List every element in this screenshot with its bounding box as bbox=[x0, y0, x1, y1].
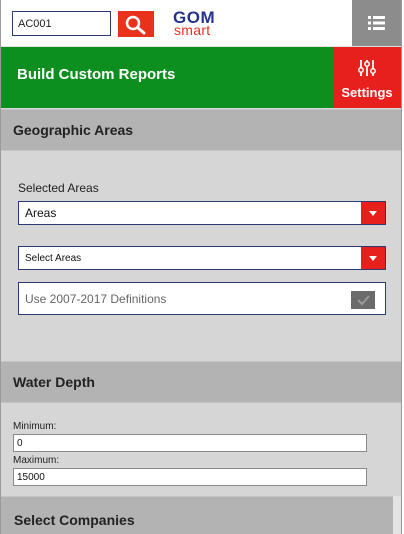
dropdown-arrow-icon bbox=[361, 247, 385, 269]
selected-areas-label: Selected Areas bbox=[18, 181, 99, 195]
maximum-input[interactable] bbox=[13, 468, 367, 486]
gomsmart-logo: GOM smart bbox=[173, 9, 223, 37]
top-header: GOM smart bbox=[1, 0, 401, 47]
search-button[interactable] bbox=[118, 11, 154, 37]
magnifier-icon bbox=[125, 15, 146, 35]
select-areas-value: Select Areas bbox=[25, 253, 82, 264]
page-title: Build Custom Reports bbox=[17, 66, 176, 83]
water-depth-header[interactable]: Water Depth bbox=[1, 361, 401, 403]
select-companies-header[interactable]: Select Companies bbox=[1, 496, 393, 534]
right-strip bbox=[393, 496, 401, 534]
maximum-label: Maximum: bbox=[13, 455, 60, 466]
hamburger-list-icon bbox=[368, 16, 385, 30]
selected-areas-select[interactable]: Areas bbox=[18, 201, 386, 225]
selected-areas-value: Areas bbox=[25, 206, 57, 220]
search-input[interactable] bbox=[12, 11, 111, 36]
water-depth-title: Water Depth bbox=[13, 374, 95, 390]
geographic-areas-title: Geographic Areas bbox=[13, 122, 134, 138]
minimum-input[interactable] bbox=[13, 434, 367, 452]
select-areas-dropdown[interactable]: Select Areas bbox=[18, 246, 386, 270]
geographic-areas-header[interactable]: Geographic Areas bbox=[1, 109, 401, 151]
settings-label: Settings bbox=[341, 85, 393, 100]
select-companies-title: Select Companies bbox=[14, 512, 135, 528]
definitions-checkbox-row[interactable]: Use 2007-2017 Definitions bbox=[18, 282, 386, 315]
definitions-checkbox[interactable] bbox=[351, 291, 375, 309]
settings-button[interactable]: Settings bbox=[333, 47, 401, 108]
title-bar: Build Custom Reports Settings bbox=[1, 47, 401, 108]
menu-button[interactable] bbox=[352, 0, 401, 46]
checkmark-icon bbox=[357, 295, 370, 306]
app-frame: GOM smart Build Custom Reports bbox=[0, 0, 402, 534]
definitions-label: Use 2007-2017 Definitions bbox=[25, 292, 167, 306]
minimum-label: Minimum: bbox=[13, 421, 57, 432]
dropdown-arrow-icon bbox=[361, 202, 385, 224]
logo-smart-text: smart bbox=[174, 22, 211, 38]
sliders-icon bbox=[358, 60, 376, 76]
